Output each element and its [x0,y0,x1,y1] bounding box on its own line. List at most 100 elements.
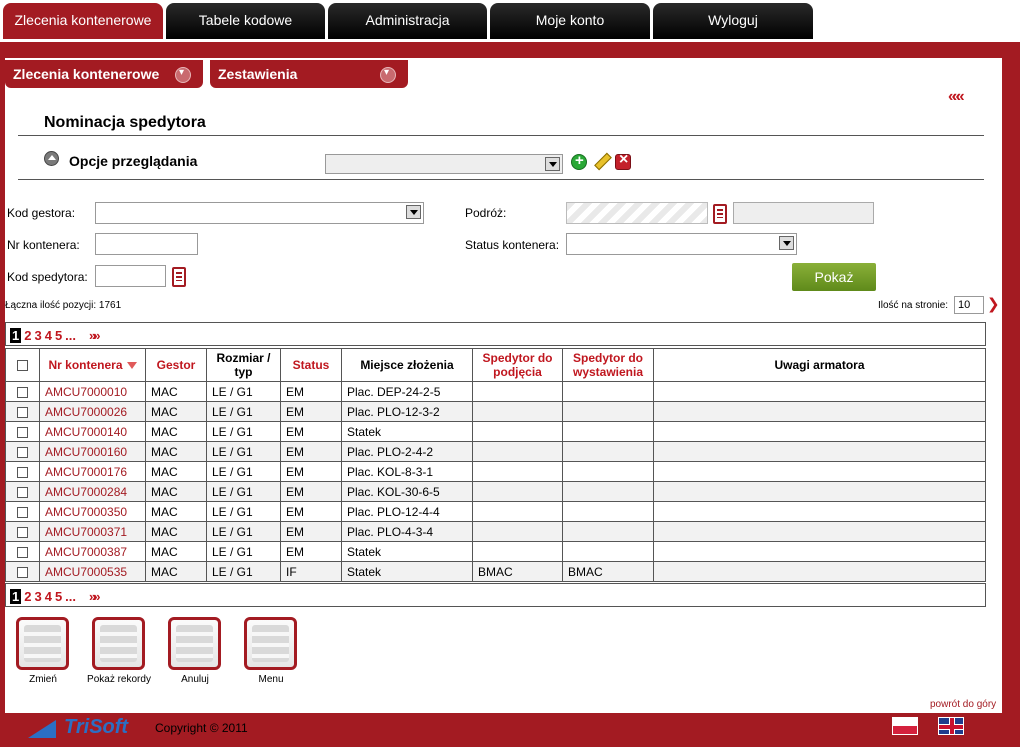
cell-rozmiar-typ: LE / G1 [206,521,281,542]
row-checkbox[interactable] [17,406,28,418]
row-checkbox[interactable] [17,386,28,398]
chevron-right-icon[interactable]: ❯ [987,295,1000,313]
cell-nr-kontenera[interactable]: AMCU7000010 [39,381,146,402]
header-rozmiar-typ: Rozmiar / typ [206,348,281,382]
cell-nr-kontenera[interactable]: AMCU7000535 [39,561,146,582]
podroz-input[interactable] [566,202,708,224]
edit-view-button[interactable] [592,152,608,168]
page-link[interactable]: 2 [24,589,31,604]
last-page-icon[interactable]: »» [89,328,101,343]
cell-rozmiar-typ: LE / G1 [206,401,281,422]
cell-spedytor-podjecia [472,481,563,502]
table-row[interactable]: AMCU7000371 MAC LE / G1 EM Plac. PLO-4-3-4 [5,521,986,542]
table-row[interactable]: AMCU7000026 MAC LE / G1 EM Plac. PLO-12-3-2 [5,401,986,422]
english-flag-icon[interactable] [938,717,964,735]
per-page-input[interactable]: 10 [954,296,984,314]
page-link[interactable]: 1 [10,589,22,604]
kod-spedytora-input[interactable] [95,265,166,287]
page-link[interactable]: ... [65,589,76,604]
page-link[interactable]: 4 [45,589,52,604]
subtab-zlecenia-kontenerowe[interactable]: Zlecenia kontenerowe [5,59,203,88]
page-link[interactable]: 3 [34,589,41,604]
tab-zlecenia-kontenerowe[interactable]: Zlecenia kontenerowe [3,3,163,39]
cancel-button[interactable] [168,617,221,670]
row-checkbox[interactable] [17,566,28,578]
header-nr-kontenera[interactable]: Nr kontenera [39,348,146,382]
cell-nr-kontenera[interactable]: AMCU7000350 [39,501,146,522]
page-link[interactable]: 5 [55,328,62,343]
cell-miejsce-zlozenia: Statek [341,421,473,442]
page-link[interactable]: 2 [24,328,31,343]
table-header-row: Nr kontenera Gestor Rozmiar / typ Status… [5,348,986,382]
select-all-checkbox[interactable] [17,360,28,372]
header-spedytor-wystawienia[interactable]: Spedytor do wystawienia [562,348,654,382]
cell-nr-kontenera[interactable]: AMCU7000284 [39,481,146,502]
cell-nr-kontenera[interactable]: AMCU7000160 [39,441,146,462]
cell-status: EM [280,421,342,442]
kod-gestora-select[interactable] [95,202,424,224]
row-checkbox[interactable] [17,526,28,538]
table-row[interactable]: AMCU7000176 MAC LE / G1 EM Plac. KOL-8-3-1 [5,461,986,482]
row-checkbox[interactable] [17,426,28,438]
show-records-button[interactable] [92,617,145,670]
nr-kontenera-input[interactable] [95,233,198,255]
menu-button[interactable] [244,617,297,670]
back-to-top-link[interactable]: powrót do góry [930,699,996,710]
table-row[interactable]: AMCU7000387 MAC LE / G1 EM Statek [5,541,986,562]
cell-uwagi-armatora [653,381,986,402]
page-link[interactable]: 3 [34,328,41,343]
sort-desc-icon [126,362,137,370]
cell-nr-kontenera[interactable]: AMCU7000026 [39,401,146,422]
row-checkbox[interactable] [17,466,28,478]
cell-nr-kontenera[interactable]: AMCU7000176 [39,461,146,482]
table-row[interactable]: AMCU7000535 MAC LE / G1 IF Statek BMAC BMAC [5,561,986,582]
header-spedytor-podjecia[interactable]: Spedytor do podjęcia [472,348,563,382]
cell-spedytor-wystawienia [562,501,654,522]
subtab-zestawienia[interactable]: Zestawienia [210,59,408,88]
row-checkbox[interactable] [17,446,28,458]
tab-administracja[interactable]: Administracja [328,3,487,39]
cell-spedytor-podjecia [472,541,563,562]
cell-nr-kontenera[interactable]: AMCU7000371 [39,521,146,542]
cell-spedytor-podjecia [472,521,563,542]
collapse-panel-icon[interactable]: ««« [948,88,965,106]
cell-spedytor-wystawienia [562,441,654,462]
show-button[interactable]: Pokaż [792,263,876,291]
cell-uwagi-armatora [653,501,986,522]
tab-moje-konto[interactable]: Moje konto [490,3,650,39]
chevron-down-icon [545,157,560,171]
lookup-list-icon[interactable] [713,204,727,224]
row-checkbox[interactable] [17,506,28,518]
edit-label: Zmień [29,674,57,685]
table-row[interactable]: AMCU7000350 MAC LE / G1 EM Plac. PLO-12-4-4 [5,501,986,522]
collapse-options-icon[interactable] [44,151,59,166]
table-row[interactable]: AMCU7000284 MAC LE / G1 EM Plac. KOL-30-6-5 [5,481,986,502]
row-checkbox[interactable] [17,546,28,558]
table-row[interactable]: AMCU7000140 MAC LE / G1 EM Statek [5,421,986,442]
header-gestor[interactable]: Gestor [145,348,207,382]
menu-label: Menu [258,674,284,685]
lookup-list-icon[interactable] [172,267,186,287]
page-link[interactable]: 1 [10,328,22,343]
cell-status: EM [280,501,342,522]
row-checkbox[interactable] [17,486,28,498]
edit-button[interactable] [16,617,69,670]
tab-tabele-kodowe[interactable]: Tabele kodowe [166,3,325,39]
status-kontenera-select[interactable] [566,233,797,255]
cell-uwagi-armatora [653,421,986,442]
add-view-button[interactable] [571,152,587,170]
polish-flag-icon[interactable] [892,717,918,735]
cell-nr-kontenera[interactable]: AMCU7000140 [39,421,146,442]
page-link[interactable]: ... [65,328,76,343]
cell-status: EM [280,441,342,462]
page-link[interactable]: 4 [45,328,52,343]
tab-wyloguj[interactable]: Wyloguj [653,3,813,39]
table-row[interactable]: AMCU7000160 MAC LE / G1 EM Plac. PLO-2-4-2 [5,441,986,462]
cell-nr-kontenera[interactable]: AMCU7000387 [39,541,146,562]
table-row[interactable]: AMCU7000010 MAC LE / G1 EM Plac. DEP-24-2-5 [5,381,986,402]
last-page-icon[interactable]: »» [89,589,101,604]
delete-view-button[interactable] [615,151,631,170]
page-link[interactable]: 5 [55,589,62,604]
header-status[interactable]: Status [280,348,342,382]
view-options-select[interactable] [325,154,563,174]
